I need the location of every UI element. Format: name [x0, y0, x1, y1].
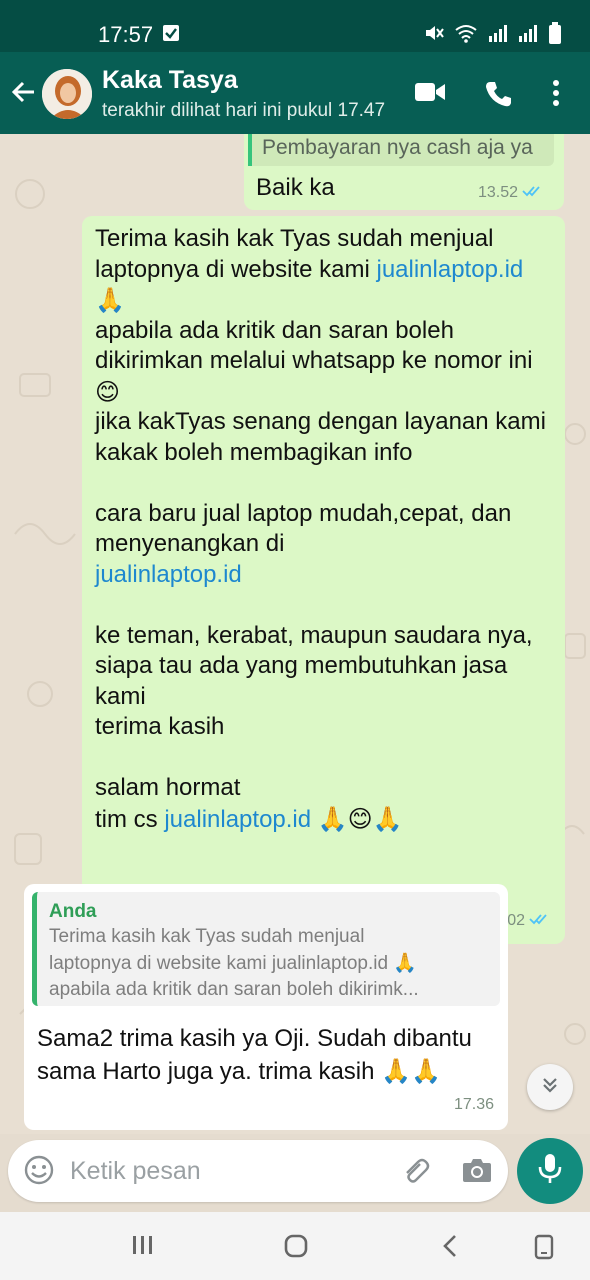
message-line: Terima kasih kak Tyas sudah menjual: [95, 225, 494, 252]
reply-quote[interactable]: Anda Terima kasih kak Tyas sudah menjual…: [32, 892, 500, 1006]
pray-emoji: 🙏🙏: [381, 1057, 441, 1085]
scroll-down-button[interactable]: [527, 1064, 573, 1110]
status-time: 17:57: [98, 22, 154, 47]
notification-icon: [163, 25, 179, 41]
chat-area[interactable]: Pembayaran nya cash aja ya Pembayaran ny…: [0, 134, 590, 1134]
message-input-bar[interactable]: Ketik pesan: [8, 1140, 508, 1202]
smile-emoji: 😊: [95, 377, 121, 406]
battery-icon: [548, 22, 562, 49]
double-chevron-down-icon: [540, 1075, 560, 1100]
signal-icon-2: [518, 23, 538, 48]
back-arrow-icon[interactable]: [10, 78, 38, 111]
message-line: apabila ada kritik dan saran boleh: [95, 316, 454, 344]
signal-icon: [488, 23, 508, 48]
message-line: kami: [95, 682, 146, 710]
message-line: jika kakTyas senang dengan layanan kami: [95, 408, 546, 435]
message-line: sama Harto juga ya. trima kasih 🙏🙏: [37, 1057, 441, 1085]
reply-line: apabila ada kritik dan saran boleh dikir…: [49, 979, 419, 1000]
emoji-icon[interactable]: [24, 1155, 54, 1190]
message-line: ke teman, kerabat, maupun saudara nya,: [95, 621, 533, 649]
message-line: siapa tau ada yang membutuhkan jasa: [95, 652, 508, 679]
website-link[interactable]: jualinlaptop.id: [376, 256, 523, 283]
reply-line: laptopnya di website kami jualinlaptop.i…: [49, 952, 417, 974]
mute-icon: [424, 23, 444, 48]
emoji-group: 🙏😊🙏: [317, 804, 403, 833]
video-call-icon[interactable]: [414, 80, 446, 109]
message-line: Sama2 trima kasih ya Oji. Sudah dibantu: [37, 1025, 472, 1052]
camera-icon[interactable]: [462, 1157, 492, 1188]
message-time: 13.52: [478, 184, 519, 201]
website-link[interactable]: jualinlaptop.id: [95, 560, 555, 591]
message-line: dikirimkan melalui whatsapp ke nomor ini: [95, 347, 533, 374]
read-ticks-icon: [522, 184, 544, 202]
message-bubble-outgoing[interactable]: Terima kasih kak Tyas sudah menjual lapt…: [82, 216, 565, 944]
recent-apps-icon[interactable]: [132, 1234, 154, 1261]
message-text: Baik ka: [256, 174, 335, 201]
avatar[interactable]: [42, 69, 92, 119]
message-bubble-incoming[interactable]: Anda Terima kasih kak Tyas sudah menjual…: [24, 884, 508, 1130]
message-line: cara baru jual laptop mudah,cepat, dan: [95, 499, 512, 527]
last-seen-status: terakhir dilihat hari ini pukul 17.47: [102, 100, 386, 121]
website-link[interactable]: jualinlaptop.id: [164, 806, 311, 833]
wifi-icon: [454, 23, 478, 48]
contact-name[interactable]: Kaka Tasya: [102, 66, 238, 95]
message-meta: 17.36: [454, 1090, 494, 1121]
pray-emoji: 🙏: [95, 286, 125, 314]
chat-header: Kaka Tasya terakhir dilihat hari ini puk…: [0, 52, 590, 134]
message-line: kakak boleh membagikan info: [95, 438, 413, 466]
quoted-message-text: Pembayaran nya cash aja ya: [248, 134, 554, 166]
message-line: salam hormat: [95, 774, 241, 801]
back-nav-icon[interactable]: [440, 1234, 460, 1263]
keyboard-toggle-icon[interactable]: [534, 1234, 554, 1265]
attach-icon[interactable]: [400, 1156, 430, 1191]
message-input[interactable]: Ketik pesan: [70, 1157, 201, 1186]
phone-call-icon[interactable]: [484, 80, 512, 113]
message-line: tim cs jualinlaptop.id 🙏😊🙏: [95, 804, 403, 833]
message-meta: 13.52: [478, 184, 544, 202]
message-line: terima kasih: [95, 713, 225, 740]
system-navigation-bar: [0, 1212, 590, 1280]
read-ticks-icon: [529, 906, 551, 937]
voice-message-button[interactable]: [517, 1138, 583, 1204]
more-options-icon[interactable]: [552, 80, 560, 111]
microphone-icon: [537, 1153, 563, 1190]
message-line: laptopnya di website kami jualinlaptop.i…: [95, 255, 524, 283]
message-line: menyenangkan di: [95, 530, 285, 557]
reply-line: Terima kasih kak Tyas sudah menjual: [49, 926, 365, 947]
message-time: 17.36: [453, 1095, 494, 1113]
reply-author: Anda: [49, 901, 97, 922]
home-icon[interactable]: [284, 1234, 308, 1263]
